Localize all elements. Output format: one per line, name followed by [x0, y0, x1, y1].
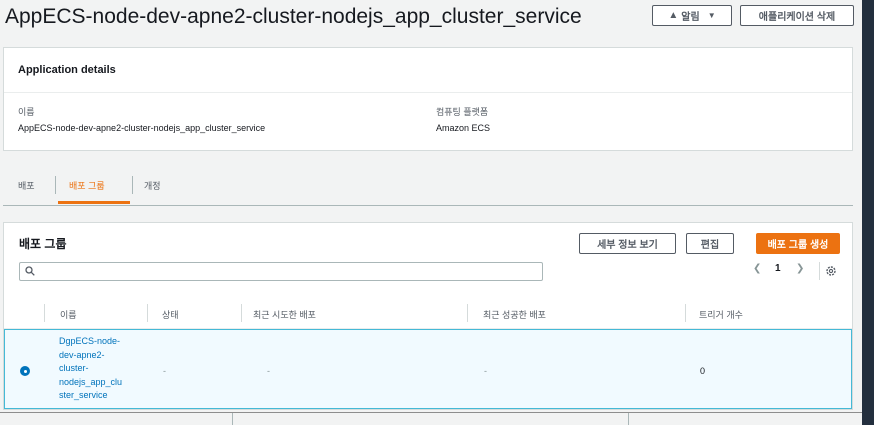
row-radio-selected[interactable] [20, 366, 30, 376]
tab-bar: 배포 배포 그룹 개정 [3, 168, 853, 206]
search-icon [25, 266, 35, 276]
window-edge [862, 0, 874, 425]
column-separator [147, 304, 148, 322]
notify-button[interactable]: ▲ 알림 ▼ [652, 5, 732, 26]
column-separator [467, 304, 468, 322]
column-header-name[interactable]: 이름 [60, 308, 77, 321]
deployment-group-name-link[interactable]: DgpECS-node- dev-apne2- cluster- nodejs_… [59, 335, 141, 403]
gear-icon[interactable] [825, 265, 837, 277]
name-line: nodejs_app_clu [59, 376, 123, 387]
last-succeeded-cell: - [484, 366, 487, 376]
edit-button[interactable]: 편집 [686, 233, 734, 254]
column-header-last-attempted[interactable]: 최근 시도한 배포 [253, 308, 316, 321]
platform-label: 컴퓨팅 플랫폼 [436, 107, 489, 117]
name-line: cluster- [59, 363, 89, 373]
page-title: AppECS-node-dev-apne2-cluster-nodejs_app… [5, 5, 582, 28]
panel-heading: Application details [4, 48, 852, 93]
table-row[interactable]: DgpECS-node- dev-apne2- cluster- nodejs_… [4, 329, 852, 409]
caret-down-icon: ▼ [707, 11, 716, 20]
status-cell: - [163, 366, 166, 376]
tab-separator [132, 176, 133, 194]
deployment-groups-title: 배포 그룹 [19, 237, 67, 251]
divider [628, 413, 629, 425]
tab-deployment-groups[interactable]: 배포 그룹 [69, 179, 105, 192]
divider [232, 413, 233, 425]
application-details-panel: Application details 이름 AppECS-node-dev-a… [3, 47, 853, 151]
page: AppECS-node-dev-apne2-cluster-nodejs_app… [0, 0, 862, 419]
name-line: dev-apne2- [59, 349, 105, 360]
name-label: 이름 [18, 107, 35, 117]
column-header-trigger-count[interactable]: 트리거 개수 [699, 308, 743, 321]
chevron-right-icon[interactable]: ❯ [796, 263, 804, 274]
search-box[interactable] [19, 262, 543, 281]
last-attempted-cell: - [267, 366, 270, 376]
column-separator [44, 304, 45, 322]
column-header-last-succeeded[interactable]: 최근 성공한 배포 [483, 308, 546, 321]
underlying-page-strip [0, 412, 862, 425]
column-separator [685, 304, 686, 322]
pager-separator [819, 262, 820, 280]
bell-icon: ▲ [668, 10, 679, 21]
search-input[interactable] [38, 264, 538, 279]
tab-revisions[interactable]: 개정 [144, 179, 161, 192]
table-header: 이름 상태 최근 시도한 배포 최근 성공한 배포 트리거 개수 [4, 298, 852, 329]
name-value: AppECS-node-dev-apne2-cluster-nodejs_app… [18, 123, 266, 133]
platform-value: Amazon ECS [436, 123, 491, 133]
column-separator [241, 304, 242, 322]
deployment-groups-panel: 배포 그룹 세부 정보 보기 편집 배포 그룹 생성 ❮ 1 ❯ 이름 상태 최… [3, 222, 853, 410]
current-page[interactable]: 1 [775, 263, 781, 274]
create-deployment-group-button[interactable]: 배포 그룹 생성 [756, 233, 840, 254]
page-header: AppECS-node-dev-apne2-cluster-nodejs_app… [0, 0, 862, 36]
name-line: ster_service [59, 390, 108, 400]
chevron-left-icon[interactable]: ❮ [753, 263, 761, 274]
column-header-status[interactable]: 상태 [162, 308, 179, 321]
delete-application-button[interactable]: 애플리케이션 삭제 [740, 5, 854, 26]
view-details-button[interactable]: 세부 정보 보기 [579, 233, 676, 254]
tab-separator [55, 176, 56, 194]
tab-deployments[interactable]: 배포 [18, 179, 35, 192]
active-tab-indicator [58, 201, 130, 204]
trigger-count-cell: 0 [700, 366, 706, 376]
notify-label: 알림 [681, 12, 700, 23]
name-line: DgpECS-node- [59, 336, 121, 346]
